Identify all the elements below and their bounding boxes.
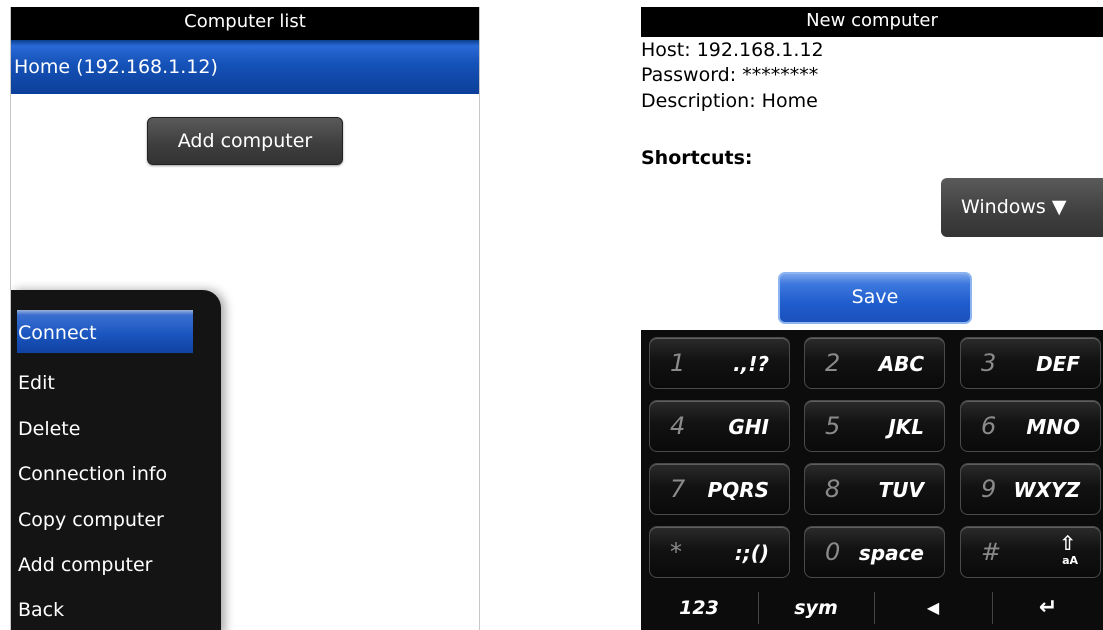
key-star[interactable]: * :;()	[649, 526, 790, 578]
key-label: WXYZ	[1013, 478, 1080, 502]
key-sym[interactable]: sym	[759, 586, 873, 630]
menu-item-connect[interactable]: Connect	[17, 310, 193, 353]
key-label: ABC	[878, 352, 924, 376]
context-menu: Connect Edit Delete Connection info Copy…	[11, 290, 221, 630]
page-title: Computer list	[11, 7, 479, 40]
shift-icon: ⇧	[1059, 531, 1076, 555]
enter-icon[interactable]: ↵	[993, 586, 1103, 630]
menu-item-copy-computer[interactable]: Copy computer	[17, 500, 193, 540]
key-label: JKL	[888, 415, 924, 439]
key-number: 1	[670, 349, 686, 377]
key-8[interactable]: 8 TUV	[804, 463, 945, 515]
key-123[interactable]: 123	[641, 586, 757, 630]
key-hash-shift[interactable]: # ⇧ aA	[960, 526, 1101, 578]
password-field[interactable]: Password: ********	[641, 64, 818, 86]
key-number: 3	[981, 349, 997, 377]
key-number: #	[981, 538, 1002, 566]
new-computer-screen: New computer Host: 192.168.1.12 Password…	[641, 7, 1103, 630]
virtual-keyboard: 1 .,!? 2 ABC 3 DEF 4 GHI 5 JKL 6 MNO 7 P…	[641, 330, 1103, 630]
key-label: space	[858, 541, 924, 565]
page-title: New computer	[641, 7, 1103, 37]
key-number: 8	[825, 475, 841, 503]
key-9[interactable]: 9 WXYZ	[960, 463, 1101, 515]
key-number: 9	[981, 475, 997, 503]
key-label: PQRS	[707, 478, 769, 502]
key-label: DEF	[1036, 352, 1080, 376]
computer-list-screen: Computer list Home (192.168.1.12) Add co…	[10, 7, 480, 630]
key-label: MNO	[1026, 415, 1080, 439]
key-0-space[interactable]: 0 space	[804, 526, 945, 578]
key-3[interactable]: 3 DEF	[960, 337, 1101, 389]
key-1[interactable]: 1 .,!?	[649, 337, 790, 389]
key-2[interactable]: 2 ABC	[804, 337, 945, 389]
menu-item-delete[interactable]: Delete	[17, 409, 193, 449]
key-7[interactable]: 7 PQRS	[649, 463, 790, 515]
menu-item-connection-info[interactable]: Connection info	[17, 454, 193, 494]
key-label: .,!?	[733, 352, 769, 376]
host-field[interactable]: Host: 192.168.1.12	[641, 39, 824, 61]
save-button[interactable]: Save	[778, 272, 972, 324]
shortcuts-label: Shortcuts:	[641, 147, 753, 169]
key-5[interactable]: 5 JKL	[804, 400, 945, 452]
key-label: :;()	[734, 541, 769, 565]
shortcuts-dropdown[interactable]: Windows ▼	[941, 178, 1103, 237]
key-number: 7	[670, 475, 686, 503]
key-number: 5	[825, 412, 841, 440]
key-number: *	[670, 538, 682, 566]
add-computer-button[interactable]: Add computer	[147, 117, 343, 165]
menu-item-edit[interactable]: Edit	[17, 363, 193, 403]
backspace-icon[interactable]: ◀	[875, 586, 991, 630]
key-6[interactable]: 6 MNO	[960, 400, 1101, 452]
key-number: 6	[981, 412, 997, 440]
key-number: 0	[825, 538, 841, 566]
list-item-home[interactable]: Home (192.168.1.12)	[11, 40, 479, 94]
key-number: 2	[825, 349, 841, 377]
key-label: GHI	[728, 415, 769, 439]
menu-item-add-computer[interactable]: Add computer	[17, 545, 193, 585]
description-field[interactable]: Description: Home	[641, 90, 818, 112]
shift-case-label: aA	[1062, 554, 1078, 567]
menu-item-back[interactable]: Back	[17, 590, 193, 630]
key-number: 4	[670, 412, 686, 440]
keyboard-bottom-bar: 123 sym ◀ ↵	[641, 586, 1103, 630]
key-label: TUV	[878, 478, 924, 502]
key-4[interactable]: 4 GHI	[649, 400, 790, 452]
